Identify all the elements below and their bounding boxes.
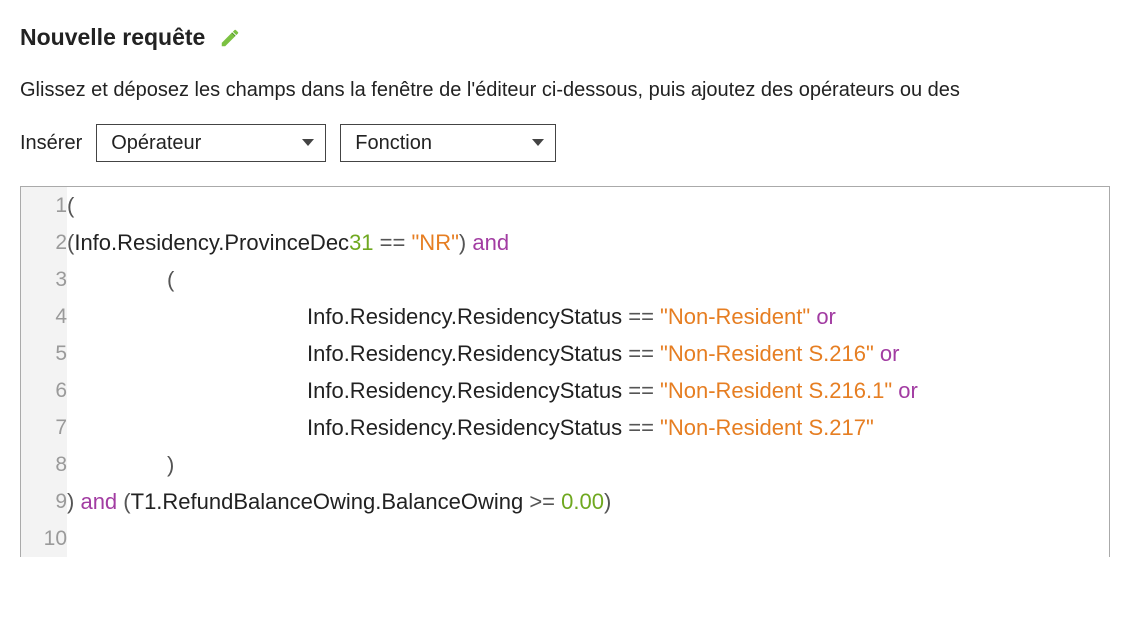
operator-dropdown[interactable]: Opérateur bbox=[96, 124, 326, 162]
operator-dropdown-label: Opérateur bbox=[111, 132, 201, 155]
code-line: 4Info.Residency.ResidencyStatus == "Non-… bbox=[21, 298, 1109, 335]
line-number: 1 bbox=[21, 187, 67, 224]
function-dropdown-label: Fonction bbox=[355, 132, 432, 155]
query-title: Nouvelle requête bbox=[20, 24, 205, 51]
code-line: 1( bbox=[21, 187, 1109, 224]
code-line: 10 bbox=[21, 520, 1109, 557]
line-number: 4 bbox=[21, 298, 67, 335]
line-number: 5 bbox=[21, 335, 67, 372]
line-number: 9 bbox=[21, 483, 67, 520]
code-content[interactable]: ( bbox=[67, 187, 1109, 224]
function-dropdown[interactable]: Fonction bbox=[340, 124, 556, 162]
code-content[interactable]: Info.Residency.ResidencyStatus == "Non-R… bbox=[67, 298, 1109, 335]
query-header: Nouvelle requête bbox=[20, 24, 1110, 51]
code-line: 6Info.Residency.ResidencyStatus == "Non-… bbox=[21, 372, 1109, 409]
chevron-down-icon bbox=[531, 138, 545, 148]
code-content[interactable] bbox=[67, 520, 1109, 557]
code-content[interactable]: Info.Residency.ResidencyStatus == "Non-R… bbox=[67, 372, 1109, 409]
code-content[interactable]: ) and (T1.RefundBalanceOwing.BalanceOwin… bbox=[67, 483, 1109, 520]
query-editor[interactable]: 1(2(Info.Residency.ProvinceDec31 == "NR"… bbox=[20, 186, 1110, 557]
code-line: 3( bbox=[21, 261, 1109, 298]
code-line: 7Info.Residency.ResidencyStatus == "Non-… bbox=[21, 409, 1109, 446]
code-content[interactable]: ) bbox=[67, 446, 1109, 483]
code-line: 2(Info.Residency.ProvinceDec31 == "NR") … bbox=[21, 224, 1109, 261]
line-number: 6 bbox=[21, 372, 67, 409]
edit-icon[interactable] bbox=[219, 27, 241, 49]
line-number: 3 bbox=[21, 261, 67, 298]
code-line: 9) and (T1.RefundBalanceOwing.BalanceOwi… bbox=[21, 483, 1109, 520]
code-content[interactable]: Info.Residency.ResidencyStatus == "Non-R… bbox=[67, 409, 1109, 446]
line-number: 10 bbox=[21, 520, 67, 557]
instructions-text: Glissez et déposez les champs dans la fe… bbox=[20, 79, 1110, 102]
line-number: 2 bbox=[21, 224, 67, 261]
insert-toolbar: Insérer Opérateur Fonction bbox=[20, 124, 1110, 162]
code-content[interactable]: Info.Residency.ResidencyStatus == "Non-R… bbox=[67, 335, 1109, 372]
code-content[interactable]: (Info.Residency.ProvinceDec31 == "NR") a… bbox=[67, 224, 1109, 261]
chevron-down-icon bbox=[301, 138, 315, 148]
code-line: 5Info.Residency.ResidencyStatus == "Non-… bbox=[21, 335, 1109, 372]
insert-label: Insérer bbox=[20, 132, 82, 155]
code-content[interactable]: ( bbox=[67, 261, 1109, 298]
line-number: 8 bbox=[21, 446, 67, 483]
line-number: 7 bbox=[21, 409, 67, 446]
code-line: 8) bbox=[21, 446, 1109, 483]
